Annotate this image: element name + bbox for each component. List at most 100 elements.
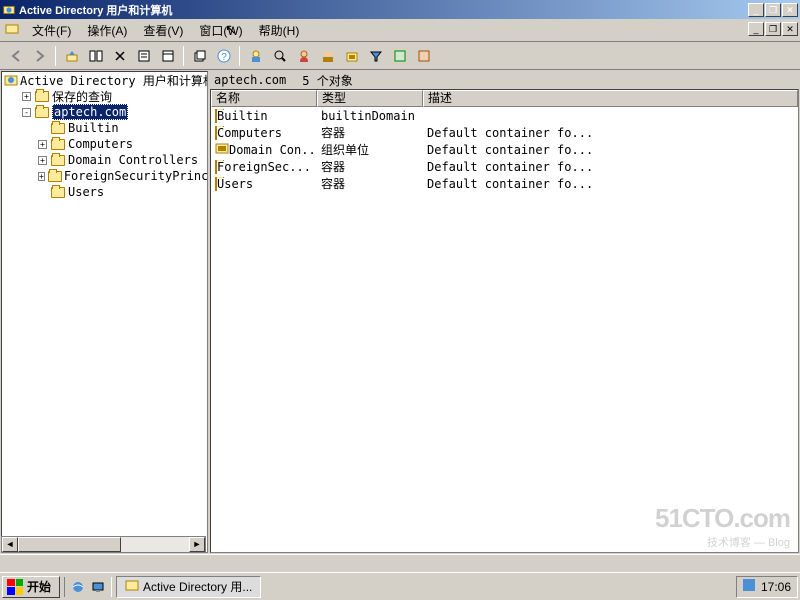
menu-help[interactable]: 帮助(H): [251, 20, 308, 41]
new-group-button[interactable]: [316, 45, 339, 67]
cell-type: builtinDomain: [317, 109, 423, 123]
col-desc[interactable]: 描述: [423, 90, 798, 107]
window-title: Active Directory 用户和计算机: [19, 2, 748, 18]
scroll-left-button[interactable]: ◄: [2, 537, 18, 552]
separator: [55, 46, 56, 66]
svg-text:?: ?: [221, 52, 227, 63]
status-bar: [0, 554, 800, 572]
folder-icon: [34, 105, 50, 119]
col-type[interactable]: 类型: [317, 90, 423, 107]
expand-toggle[interactable]: +: [22, 92, 31, 101]
show-hide-button[interactable]: [84, 45, 107, 67]
find-button[interactable]: [268, 45, 291, 67]
cell-type: 组织单位: [317, 141, 423, 158]
start-button[interactable]: 开始: [2, 576, 60, 598]
task-icon: [125, 578, 139, 595]
separator: [183, 46, 184, 66]
tree-item-label: Computers: [68, 137, 133, 151]
menu-view[interactable]: 查看(V): [135, 20, 191, 41]
new-user-button[interactable]: [292, 45, 315, 67]
ie-icon[interactable]: [69, 577, 87, 597]
expand-toggle[interactable]: -: [22, 108, 31, 117]
separator: [239, 46, 240, 66]
tree-item[interactable]: Builtin: [2, 120, 207, 136]
tree-scrollbar[interactable]: ◄ ►: [1, 536, 206, 553]
tree-item[interactable]: +ForeignSecurityPrincipal: [2, 168, 207, 184]
folder-icon: [50, 137, 66, 151]
content-area: Active Directory 用户和计算机 +保存的查询-aptech.co…: [0, 70, 800, 554]
scroll-right-button[interactable]: ►: [189, 537, 205, 552]
list-row[interactable]: Users 容器Default container fo...: [211, 175, 798, 192]
menu-window[interactable]: 窗口(W): [191, 20, 250, 41]
list-panel: aptech.com 5 个对象 名称 类型 描述 Builtin builtin…: [210, 71, 799, 553]
tree-item[interactable]: + Computers: [2, 136, 207, 152]
tree-item-label: Domain Controllers: [68, 153, 198, 167]
toolbar: ?: [0, 42, 800, 70]
mdi-close-button[interactable]: ✕: [782, 22, 798, 36]
forward-button[interactable]: [28, 45, 51, 67]
tree-item[interactable]: -aptech.com: [2, 104, 207, 120]
help-button[interactable]: ?: [212, 45, 235, 67]
list-row[interactable]: Domain Con...组织单位Default container fo...: [211, 141, 798, 158]
up-button[interactable]: [60, 45, 83, 67]
properties-button[interactable]: [132, 45, 155, 67]
tree-item[interactable]: + Domain Controllers: [2, 152, 207, 168]
path-text: aptech.com: [214, 73, 286, 87]
menu-action[interactable]: 操作(A): [79, 20, 135, 41]
tray-icon[interactable]: [743, 579, 755, 594]
clock: 17:06: [761, 580, 791, 594]
cell-desc: Default container fo...: [423, 126, 798, 140]
menu-file[interactable]: 文件(F): [24, 20, 79, 41]
windows-flag-icon: [7, 579, 23, 595]
tree-root[interactable]: Active Directory 用户和计算机: [2, 72, 207, 88]
list-row[interactable]: Builtin builtinDomain: [211, 107, 798, 124]
minimize-button[interactable]: _: [748, 3, 764, 17]
tree-panel[interactable]: Active Directory 用户和计算机 +保存的查询-aptech.co…: [1, 71, 208, 553]
back-button[interactable]: [4, 45, 27, 67]
tree-item-label: Builtin: [68, 121, 119, 135]
extra-button-1[interactable]: [388, 45, 411, 67]
path-bar: aptech.com 5 个对象: [210, 71, 799, 89]
new-object-button[interactable]: [244, 45, 267, 67]
list-row[interactable]: ForeignSec...容器Default container fo...: [211, 158, 798, 175]
delete-button[interactable]: [108, 45, 131, 67]
cell-desc: Default container fo...: [423, 177, 798, 191]
cell-type: 容器: [317, 158, 423, 175]
task-button[interactable]: Active Directory 用...: [116, 576, 261, 598]
system-tray[interactable]: 17:06: [736, 576, 798, 598]
list-row[interactable]: Computers容器Default container fo...: [211, 124, 798, 141]
expand-toggle[interactable]: +: [38, 140, 47, 149]
list-view[interactable]: 名称 类型 描述 Builtin builtinDomainComputers容器…: [210, 89, 799, 553]
mmc-icon: [4, 21, 20, 40]
tree-item[interactable]: +保存的查询: [2, 88, 207, 104]
tree-item[interactable]: Users: [2, 184, 207, 200]
cell-name: Domain Con...: [229, 143, 317, 157]
cell-name: ForeignSec...: [217, 160, 311, 174]
mdi-buttons: _ ❐ ✕: [748, 22, 798, 36]
close-button[interactable]: ✕: [782, 3, 798, 17]
extra-button-2[interactable]: [412, 45, 435, 67]
object-count: 5 个对象: [302, 72, 352, 89]
list-body: Builtin builtinDomainComputers容器Default c…: [211, 107, 798, 192]
cell-name: Builtin: [217, 109, 268, 123]
mdi-restore-button[interactable]: ❐: [765, 22, 781, 36]
mdi-minimize-button[interactable]: _: [748, 22, 764, 36]
expand-toggle[interactable]: +: [38, 172, 45, 181]
col-name[interactable]: 名称: [211, 90, 317, 107]
export-button[interactable]: [188, 45, 211, 67]
scroll-track[interactable]: [18, 537, 189, 552]
quick-launch: [64, 577, 112, 597]
cell-type: 容器: [317, 175, 423, 192]
cursor-icon: ↖: [225, 21, 237, 38]
folder-icon: [50, 185, 66, 199]
new-ou-button[interactable]: [340, 45, 363, 67]
expand-toggle[interactable]: +: [38, 156, 47, 165]
restore-button[interactable]: ❐: [765, 3, 781, 17]
desktop-icon[interactable]: [89, 577, 107, 597]
filter-button[interactable]: [364, 45, 387, 67]
folder-icon: [215, 126, 217, 140]
refresh-button[interactable]: [156, 45, 179, 67]
app-icon: [2, 3, 16, 17]
cell-name: Users: [217, 177, 253, 191]
folder-icon: [34, 89, 50, 103]
